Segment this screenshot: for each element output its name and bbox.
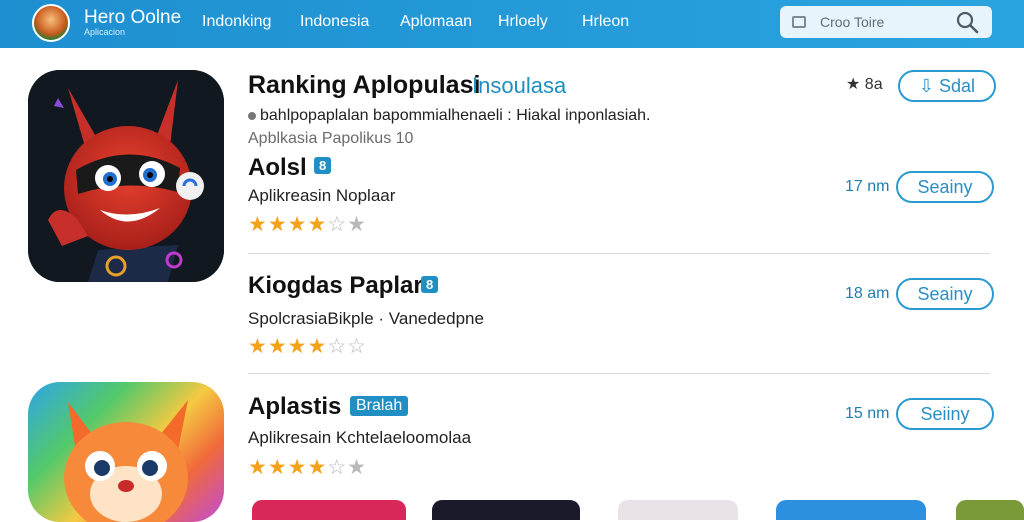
top-action-button-label: Sdal <box>939 76 976 96</box>
top-action-button[interactable]: ⇩ Sdal <box>898 70 996 102</box>
app-1-badge: 8 <box>314 157 332 174</box>
brand-subtitle: Aplicacion <box>84 27 126 37</box>
featured-category-link[interactable]: Insoulasa <box>472 73 566 99</box>
thumbnail-4[interactable] <box>776 500 926 520</box>
app-1-size: 17 nm <box>845 178 890 195</box>
app-2-rating-stars: ★★★★☆☆ <box>248 334 367 359</box>
featured-description-text: bahlpopaplalan bapommialhenaeli : Hiakal… <box>260 107 651 124</box>
app-2-subtitle: SpolcrasiaBikple · Vanededpne <box>248 309 484 328</box>
download-icon: ⇩ <box>918 76 935 96</box>
app-1-title[interactable]: Aolsl <box>248 154 307 182</box>
app-1-subtitle: Aplikreasin Noplaar <box>248 186 396 205</box>
bullet-icon <box>248 111 256 120</box>
top-nav-bar: Hero Oolne Aplicacion Indonking Indonesi… <box>0 0 1024 48</box>
app-icon-fox[interactable] <box>28 382 224 522</box>
nav-item-4[interactable]: Hrloely <box>498 13 548 31</box>
app-3-title[interactable]: Aplastis <box>248 393 341 421</box>
search-icon[interactable] <box>954 9 980 35</box>
app-logo[interactable] <box>32 4 70 42</box>
app-2-size: 18 am <box>845 285 890 302</box>
star-empty-icon: ☆★ <box>327 456 367 479</box>
thumbnail-3[interactable] <box>618 500 738 520</box>
star-full-icon: ★★★ <box>248 213 308 236</box>
nav-item-3[interactable]: Aplomaan <box>400 13 472 31</box>
thumbnail-1[interactable] <box>252 500 406 520</box>
app-3-size: 15 nm <box>845 405 890 422</box>
divider <box>248 373 990 374</box>
app-2-badge: 8 <box>421 276 439 293</box>
star-half-icon: ★ <box>307 213 328 236</box>
folder-icon <box>792 16 806 28</box>
search-placeholder: Croo Toire <box>820 14 885 30</box>
thumbnail-5[interactable] <box>956 500 1024 520</box>
app-3-badge: Bralah <box>350 396 409 416</box>
app-3-rating-stars: ★★★★☆★ <box>248 455 367 480</box>
star-empty-icon: ☆★ <box>327 213 367 236</box>
nav-item-5[interactable]: Hrleon <box>582 13 629 31</box>
app-1-rating-stars: ★★★★☆★ <box>248 212 367 237</box>
nav-item-2[interactable]: Indonesia <box>300 13 369 31</box>
featured-description: bahlpopaplalan bapommialhenaeli : Hiakal… <box>248 107 651 125</box>
top-rating: ★ 8a <box>846 74 883 94</box>
app-3-subtitle: Aplikresain Kchtelaeloomolaa <box>248 428 472 447</box>
brand-title: Hero Oolne <box>84 7 182 28</box>
app-3-install-button[interactable]: Seiiny <box>896 398 994 430</box>
featured-title: Ranking Aplopulasi <box>248 71 481 99</box>
thumbnail-2[interactable] <box>432 500 580 520</box>
devil-mascot-icon <box>28 70 224 282</box>
star-half-icon: ★ <box>307 456 328 479</box>
app-icon-devil[interactable] <box>28 70 224 282</box>
search-input[interactable]: Croo Toire <box>780 6 992 38</box>
star-icon: ★ <box>846 76 861 93</box>
top-rating-value: 8a <box>864 76 883 93</box>
app-2-install-button[interactable]: Seainy <box>896 278 994 310</box>
app-1-install-button[interactable]: Seainy <box>896 171 994 203</box>
featured-category: Apblkasia Papolikus 10 <box>248 130 414 147</box>
fox-mascot-icon <box>64 400 188 522</box>
app-2-title[interactable]: Kiogdas Paplar <box>248 272 423 300</box>
star-empty-icon: ☆☆ <box>327 335 367 358</box>
star-full-icon: ★★★★ <box>248 335 328 358</box>
star-full-icon: ★★★ <box>248 456 308 479</box>
divider <box>248 253 990 254</box>
nav-item-1[interactable]: Indonking <box>202 13 271 31</box>
